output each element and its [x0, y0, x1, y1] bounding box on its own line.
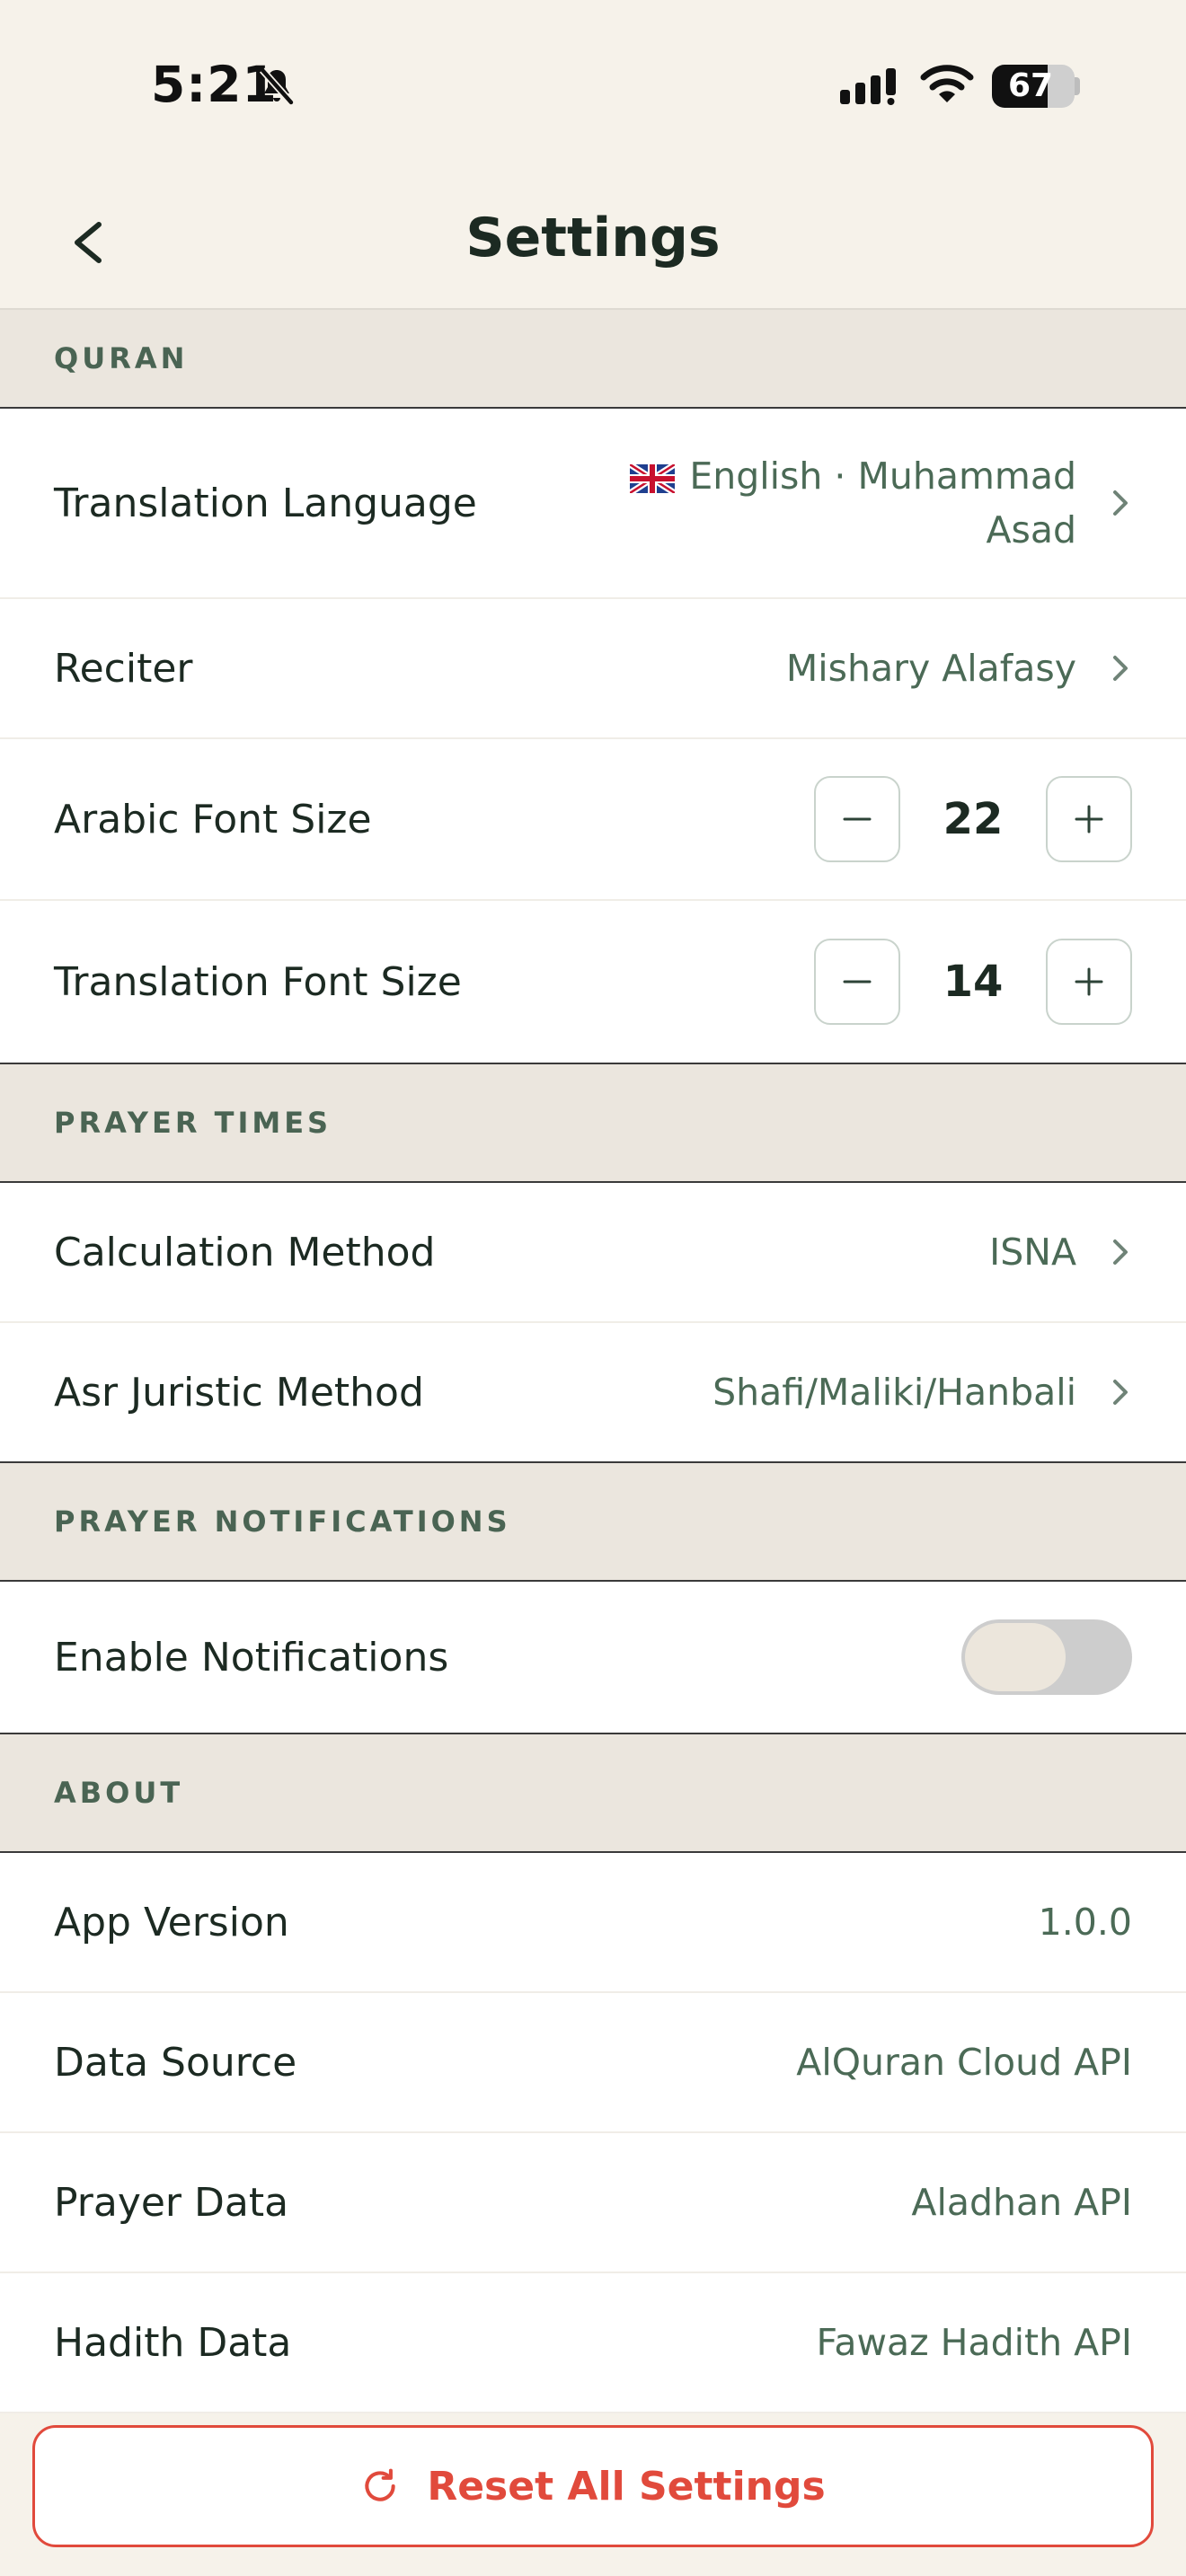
hadith-data-label: Hadith Data	[54, 2319, 292, 2366]
translation-language-value: English · Muhammad	[689, 454, 1076, 498]
chevron-right-icon	[1113, 490, 1128, 516]
chevron-right-icon	[1113, 1380, 1128, 1405]
hadith-data-value: Fawaz Hadith API	[816, 2321, 1132, 2364]
app-version-row: App Version 1.0.0	[0, 1853, 1186, 1993]
translation-font-size-label: Translation Font Size	[54, 958, 462, 1005]
section-header-quran: QURAN	[0, 310, 1186, 409]
reset-all-settings-button[interactable]: Reset All Settings	[32, 2425, 1154, 2547]
asr-method-label: Asr Juristic Method	[54, 1369, 424, 1416]
translation-language-label: Translation Language	[54, 480, 477, 526]
enable-notifications-toggle[interactable]	[961, 1619, 1132, 1695]
toggle-knob	[965, 1623, 1066, 1691]
status-bar: 5:21 67	[0, 0, 1186, 171]
calculation-method-label: Calculation Method	[54, 1229, 436, 1275]
prayer-data-row: Prayer Data Aladhan API	[0, 2133, 1186, 2273]
data-source-row: Data Source AlQuran Cloud API	[0, 1993, 1186, 2133]
reciter-value: Mishary Alafasy	[785, 647, 1076, 690]
arabic-font-size-value: 22	[943, 794, 1004, 844]
chevron-right-icon	[1113, 656, 1128, 681]
prayer-data-value: Aladhan API	[911, 2181, 1132, 2224]
uk-flag-icon	[630, 464, 676, 493]
wifi-icon	[920, 65, 974, 102]
reset-all-settings-label: Reset All Settings	[427, 2463, 826, 2510]
section-header-prayer-notifications: PRAYER NOTIFICATIONS	[0, 1463, 1186, 1582]
app-version-value: 1.0.0	[1038, 1901, 1132, 1944]
app-version-label: App Version	[54, 1899, 289, 1945]
translation-font-increase-button[interactable]	[1046, 939, 1132, 1025]
translation-font-size-stepper: 14	[814, 939, 1132, 1025]
data-source-value: AlQuran Cloud API	[796, 2041, 1132, 2084]
translation-language-row[interactable]: Translation Language English · Muhammad	[0, 409, 1186, 599]
arabic-font-size-row: Arabic Font Size 22	[0, 739, 1186, 901]
bell-slash-icon	[260, 67, 294, 105]
battery-nub	[1075, 77, 1080, 95]
battery-percent: 67	[1007, 67, 1054, 104]
reciter-row[interactable]: Reciter Mishary Alafasy	[0, 599, 1186, 739]
hadith-data-row: Hadith Data Fawaz Hadith API	[0, 2273, 1186, 2413]
arabic-font-size-stepper: 22	[814, 776, 1132, 862]
enable-notifications-row: Enable Notifications	[0, 1582, 1186, 1734]
data-source-label: Data Source	[54, 2039, 297, 2086]
prayer-data-label: Prayer Data	[54, 2179, 289, 2226]
calculation-method-value: ISNA	[989, 1231, 1076, 1274]
reciter-label: Reciter	[54, 645, 193, 692]
minus-icon	[843, 817, 872, 821]
chevron-right-icon	[1113, 1239, 1128, 1265]
section-header-about: ABOUT	[0, 1734, 1186, 1853]
asr-method-row[interactable]: Asr Juristic Method Shafi/Maliki/Hanbali	[0, 1323, 1186, 1463]
translation-font-decrease-button[interactable]	[814, 939, 900, 1025]
refresh-icon	[365, 2468, 396, 2501]
arabic-font-increase-button[interactable]	[1046, 776, 1132, 862]
battery-icon: 67	[992, 65, 1075, 108]
translation-font-size-value: 14	[943, 957, 1004, 1007]
translation-font-size-row: Translation Font Size 14	[0, 901, 1186, 1064]
nav-bar: Settings	[0, 171, 1186, 310]
section-header-prayer-times: PRAYER TIMES	[0, 1064, 1186, 1183]
page-title: Settings	[465, 207, 721, 269]
signal-icon	[840, 68, 896, 105]
settings-list: QURAN Translation Language English · Muh…	[0, 310, 1186, 2413]
plus-icon	[1075, 967, 1103, 996]
plus-icon	[1075, 805, 1103, 834]
calculation-method-row[interactable]: Calculation Method ISNA	[0, 1183, 1186, 1323]
arabic-font-size-label: Arabic Font Size	[54, 796, 372, 842]
translation-language-value-line2: Asad	[986, 508, 1076, 551]
enable-notifications-label: Enable Notifications	[54, 1634, 449, 1681]
arabic-font-decrease-button[interactable]	[814, 776, 900, 862]
asr-method-value: Shafi/Maliki/Hanbali	[712, 1371, 1076, 1414]
minus-icon	[843, 980, 872, 984]
